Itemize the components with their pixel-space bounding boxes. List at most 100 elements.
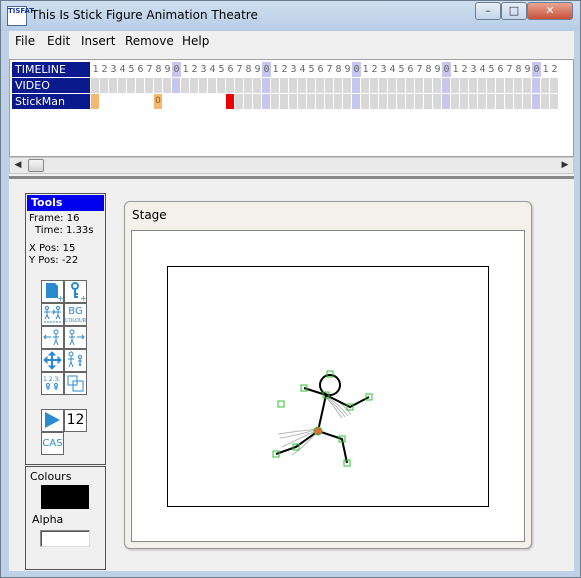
video-frame-cell[interactable] [154,78,163,93]
close-button[interactable]: ✕ [527,2,573,20]
stickman-frame-cell[interactable] [127,94,136,109]
stickman-frame-cell[interactable] [442,94,451,109]
bg-colour-button[interactable]: BG COLOUR [64,303,87,326]
title-bar[interactable]: TISFAT This Is Stick Figure Animation Th… [1,1,580,31]
video-frame-cell[interactable] [496,78,505,93]
fps-field[interactable]: 12 [64,409,87,432]
stickman-frame-cell[interactable] [262,94,271,109]
video-frame-cell[interactable] [118,78,127,93]
video-frame-cell[interactable] [172,78,181,93]
video-frame-cell[interactable] [352,78,361,93]
timeline-scrollbar[interactable]: ◀ ▶ [9,157,574,174]
video-frame-cell[interactable] [325,78,334,93]
video-frame-cell[interactable] [379,78,388,93]
stickman-frame-cell[interactable] [217,94,226,109]
move-all-button[interactable] [41,349,64,372]
video-frame-cell[interactable] [514,78,523,93]
stickman-frame-cell[interactable] [118,94,127,109]
video-frame-cell[interactable] [280,78,289,93]
scroll-thumb[interactable] [28,159,44,172]
video-frame-cell[interactable] [271,78,280,93]
video-frame-cell[interactable] [316,78,325,93]
stickman-frame-cell[interactable] [415,94,424,109]
video-frame-cell[interactable] [127,78,136,93]
stickman-frame-cell[interactable] [91,94,100,109]
video-frame-cell[interactable] [388,78,397,93]
stickman-frame-cell[interactable] [253,94,262,109]
video-frame-cell[interactable] [91,78,100,93]
video-frame-cell[interactable] [469,78,478,93]
stickman-frame-cell[interactable] [469,94,478,109]
stickman-frame-cell[interactable] [451,94,460,109]
flip-left-button[interactable] [41,326,64,349]
hip-joint-handle[interactable] [313,426,323,436]
stickman-frame-cell[interactable] [316,94,325,109]
video-frame-cell[interactable] [190,78,199,93]
video-frame-cell[interactable] [253,78,262,93]
stickman-frame-cell[interactable] [163,94,172,109]
stickman-frame-cell[interactable] [199,94,208,109]
play-button[interactable] [41,409,64,432]
stickman-frame-cell[interactable] [307,94,316,109]
stickman-frame-cell[interactable] [100,94,109,109]
menu-remove[interactable]: Remove [125,34,174,48]
stickman-frame-cell[interactable] [226,94,235,109]
video-frame-cell[interactable] [199,78,208,93]
video-frame-cell[interactable] [550,78,559,93]
menu-help[interactable]: Help [182,34,209,48]
stickman-frame-cell[interactable] [361,94,370,109]
maximize-button[interactable]: □ [501,2,527,20]
video-frame-cell[interactable] [208,78,217,93]
video-frame-cell[interactable] [487,78,496,93]
video-frame-cell[interactable] [370,78,379,93]
stickman-row-label[interactable]: StickMan [12,94,90,109]
stickman-frame-cell[interactable] [487,94,496,109]
splitter[interactable] [9,176,574,179]
stickman-frame-cell[interactable] [289,94,298,109]
video-frame-cell[interactable] [397,78,406,93]
new-sprite-button[interactable]: + [41,280,64,303]
stickman-frame-cell[interactable] [172,94,181,109]
stickman-frame-cell[interactable] [478,94,487,109]
video-frame-cell[interactable] [109,78,118,93]
stickman-frame-cell[interactable] [298,94,307,109]
stickman-frame-cell[interactable] [550,94,559,109]
stickman-frame-cell[interactable] [343,94,352,109]
video-frame-cell[interactable] [343,78,352,93]
stickman-frame-cell[interactable] [460,94,469,109]
stickman-frame-cell[interactable]: 0 [154,94,163,109]
video-frame-cell[interactable] [505,78,514,93]
flip-right-button[interactable] [64,326,87,349]
colour-swatch[interactable] [41,485,89,509]
stickman-frame-cell[interactable] [280,94,289,109]
stickman-frame-cell[interactable] [514,94,523,109]
stickman-frame-cell[interactable] [271,94,280,109]
video-frame-cell[interactable] [163,78,172,93]
stickman-frame-cell[interactable] [370,94,379,109]
stickman-frame-cell[interactable] [235,94,244,109]
video-frame-cell[interactable] [424,78,433,93]
timeline-panel[interactable]: TIMELINE 1234567890123456789012345678901… [9,59,574,157]
stickman-frame-cell[interactable] [136,94,145,109]
stickman-frame-cell[interactable] [406,94,415,109]
video-frame-cell[interactable] [181,78,190,93]
move-figure-button[interactable] [41,303,64,326]
video-frame-cell[interactable] [235,78,244,93]
alpha-input[interactable] [40,530,90,547]
video-frame-cell[interactable] [307,78,316,93]
video-frame-cell[interactable] [334,78,343,93]
stickman-frame-cell[interactable] [109,94,118,109]
stickman-frame-cell[interactable] [190,94,199,109]
stickman-frame-cell[interactable] [424,94,433,109]
video-frame-cell[interactable] [361,78,370,93]
video-frame-cell[interactable] [226,78,235,93]
stickman-frame-cell[interactable] [145,94,154,109]
stickman-frame-cell[interactable] [496,94,505,109]
stage-canvas[interactable] [131,230,525,542]
video-frame-cell[interactable] [532,78,541,93]
stickman-frame-cell[interactable] [397,94,406,109]
video-frame-cell[interactable] [451,78,460,93]
joint-handles[interactable] [272,370,373,467]
new-key-button[interactable]: + [64,280,87,303]
numbering-button[interactable]: 1.2.3. [41,372,64,395]
